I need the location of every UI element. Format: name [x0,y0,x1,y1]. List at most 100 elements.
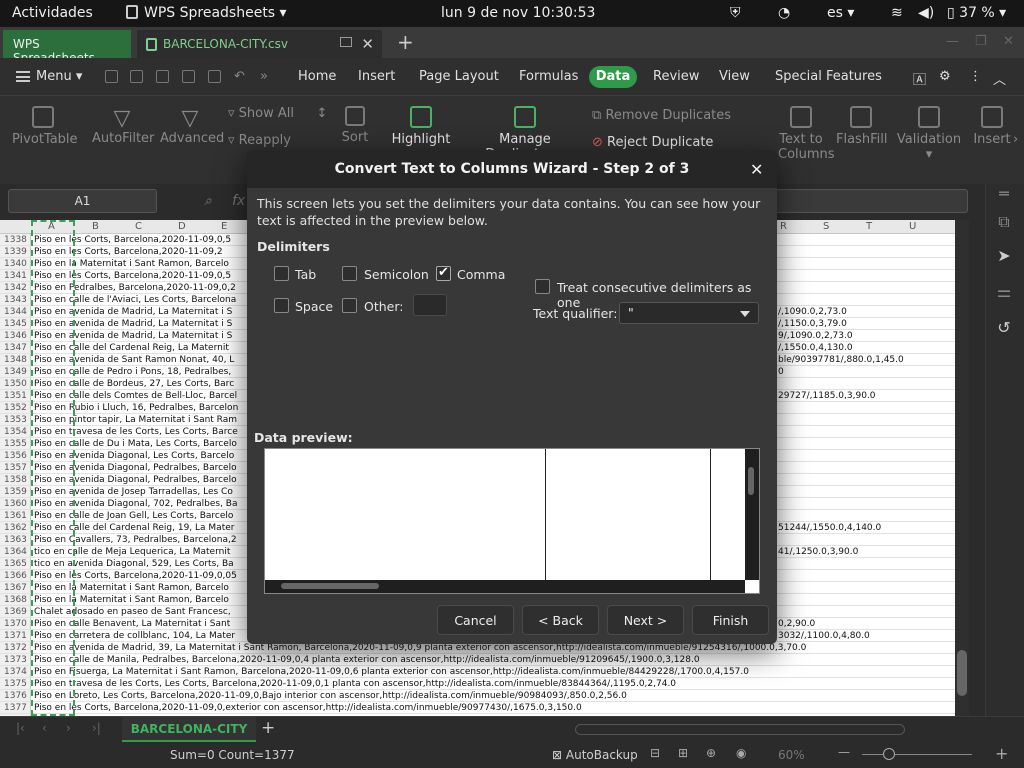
cell-text[interactable]: Piso en les Corts, Barcelona,2020-11-09,… [34,702,582,714]
battery-indicator[interactable]: ▯ 37 % ▾ [947,5,1006,21]
row-number[interactable]: 1369 [0,606,31,618]
page-break-icon[interactable]: ⊞ [678,746,688,760]
text-format-icon[interactable]: 🄰 [913,69,926,88]
cell-text-overflow[interactable]: 9/,1090.0,2,73.0 [778,330,853,342]
row-number[interactable]: 1375 [0,678,31,690]
consecutive-delimiters-checkbox[interactable] [535,279,550,294]
cell-text[interactable]: Piso en calle dels Comtes de Bell-Lloc, … [34,390,237,402]
cell-text[interactable]: Piso en les Corts, Barcelona,2020-11-09,… [34,570,237,582]
row-number[interactable]: 1362 [0,522,31,534]
prev-sheet-icon[interactable]: ‹ [42,721,47,735]
row-number[interactable]: 1357 [0,462,31,474]
row-number[interactable]: 1367 [0,582,31,594]
cell-text-overflow[interactable]: 3032/,1100.0,4,80.0 [778,630,870,642]
row-number[interactable]: 1372 [0,642,31,654]
cell-text[interactable]: Piso en calle de Joan Gell, Les Corts, B… [34,510,233,522]
tab-checkbox[interactable] [274,266,289,281]
cell-text-overflow[interactable]: 0 [778,366,784,378]
cell-text[interactable]: Piso en carretera de collblanc, 104, La … [34,630,235,642]
column-header[interactable]: A [48,221,55,232]
kebab-menu-icon[interactable]: ⋮ [969,69,982,84]
column-header[interactable]: C [135,221,142,232]
cell-text[interactable]: Piso en la Maternitat i Sant Ramon, Barc… [34,582,229,594]
row-number[interactable]: 1338 [0,234,31,246]
cell-text[interactable]: Piso en calle de Bordeus, 27, Les Corts,… [34,378,234,390]
cell-text-overflow[interactable]: /,1150.0,3,79.0 [778,318,847,330]
new-tab-icon[interactable]: + [397,30,414,54]
row-number[interactable]: 1368 [0,594,31,606]
wifi-icon[interactable]: ≋ [891,5,903,21]
cell-text[interactable]: Piso en avenida Diagonal, Pedralbes, Bar… [34,474,237,486]
hamburger-icon[interactable] [16,71,30,82]
sliders-icon[interactable]: ⚌ [994,282,1014,302]
tab-review[interactable]: Review [653,69,699,84]
cell-text[interactable]: Piso en Fisuerga, La Maternitat i Sant R… [34,666,749,678]
space-label[interactable]: Space [295,299,333,314]
cell-text[interactable]: Piso en avenida de Madrid, La Maternitat… [34,306,232,318]
tab-page-layout[interactable]: Page Layout [419,69,499,84]
cell-text[interactable]: Piso en travesa de les Corts, Les Corts,… [34,678,676,690]
scroll-thumb[interactable] [957,650,967,696]
semicolon-label[interactable]: Semicolon [364,267,429,282]
preview-hscroll-thumb[interactable] [281,583,379,589]
sort-button[interactable]: Sort [340,106,370,145]
layout-view-icon[interactable]: ⊕ [706,746,716,760]
preview-vscroll-thumb[interactable] [748,467,754,495]
last-sheet-icon[interactable]: ›| [92,721,101,735]
row-number[interactable]: 1361 [0,510,31,522]
cell-text[interactable]: Piso en calle del Cardenal Reig, La Mate… [34,342,229,354]
row-number[interactable]: 1376 [0,690,31,702]
row-number[interactable]: 1355 [0,438,31,450]
flashfill-button[interactable]: FlashFill [836,106,887,147]
speedometer-icon[interactable]: ◔ [778,5,790,21]
preview-vertical-scrollbar[interactable] [745,449,759,580]
table-row[interactable]: 1373 Piso en calle de Manila, Pedralbes, … [0,654,955,666]
table-row[interactable]: 1374 Piso en Fisuerga, La Maternitat i Sa… [0,666,955,678]
cell-text-overflow[interactable]: /,1090.0,2,73.0 [778,306,847,318]
cell-text[interactable]: tico en calle de Meja Lequerica, La Mate… [34,546,230,558]
row-number[interactable]: 1348 [0,354,31,366]
cell-text[interactable]: Piso en avenida de Josep Tarradellas, Le… [34,486,233,498]
back-button[interactable]: < Back [522,605,599,635]
open-icon[interactable] [105,70,118,83]
column-header[interactable]: T [866,221,872,232]
minimize-icon[interactable]: — [946,34,959,49]
row-number[interactable]: 1341 [0,270,31,282]
row-number[interactable]: 1356 [0,450,31,462]
cell-text[interactable]: Piso en calle de Du i Mata, Les Corts, B… [34,438,237,450]
table-row[interactable]: 1377 Piso en les Corts, Barcelona,2020-11… [0,702,955,714]
activities-button[interactable]: Actividades [12,5,93,21]
cell-text[interactable]: tico en avenida Diagonal, 529, Les Corts… [34,558,234,570]
row-number[interactable]: 1353 [0,414,31,426]
row-number[interactable]: 1365 [0,558,31,570]
table-row[interactable]: 1375 Piso en travesa de les Corts, Les Co… [0,678,955,690]
formula-input[interactable] [760,189,968,213]
row-number[interactable]: 1349 [0,366,31,378]
restore-tab-icon[interactable] [340,37,352,47]
row-number[interactable]: 1350 [0,378,31,390]
gear-icon[interactable]: ⚙ [939,69,951,84]
panel-menu-icon[interactable]: ═ [994,184,1014,204]
cell-text[interactable]: Piso en Loreto, Les Corts, Barcelona,202… [34,690,627,702]
zoom-in-icon[interactable]: + [995,744,1008,763]
show-all-button[interactable]: ▿ Show All [228,106,298,121]
name-box[interactable]: A1 [8,189,157,213]
cell-text[interactable]: Piso en les Corts, Barcelona,2020-11-09,… [34,270,231,282]
column-header[interactable]: B [92,221,99,232]
row-number[interactable]: 1360 [0,498,31,510]
row-number[interactable]: 1351 [0,390,31,402]
row-number[interactable]: 1346 [0,330,31,342]
cell-text-overflow[interactable]: ble/90397781/,880.0,1,45.0 [778,354,904,366]
panel-copy-icon[interactable]: ⧉ [994,212,1014,232]
text-qualifier-select[interactable]: " [619,302,759,324]
row-number[interactable]: 1345 [0,318,31,330]
close-tab-icon[interactable]: ✕ [361,35,374,53]
cell-text[interactable]: Piso en Cavallers, 73, Pedralbes, Barcel… [34,534,237,546]
dialog-close-icon[interactable]: ✕ [750,160,763,179]
row-number[interactable]: 1343 [0,294,31,306]
cancel-button[interactable]: Cancel [437,605,514,635]
cell-text-overflow[interactable]: 29727/,1185.0,3,90.0 [778,390,876,402]
tab-view[interactable]: View [719,69,750,84]
cell-text-overflow[interactable]: 0,2,90.0 [778,618,815,630]
cell-text[interactable]: Piso en la Maternitat i Sant Ramon, Barc… [34,258,229,270]
